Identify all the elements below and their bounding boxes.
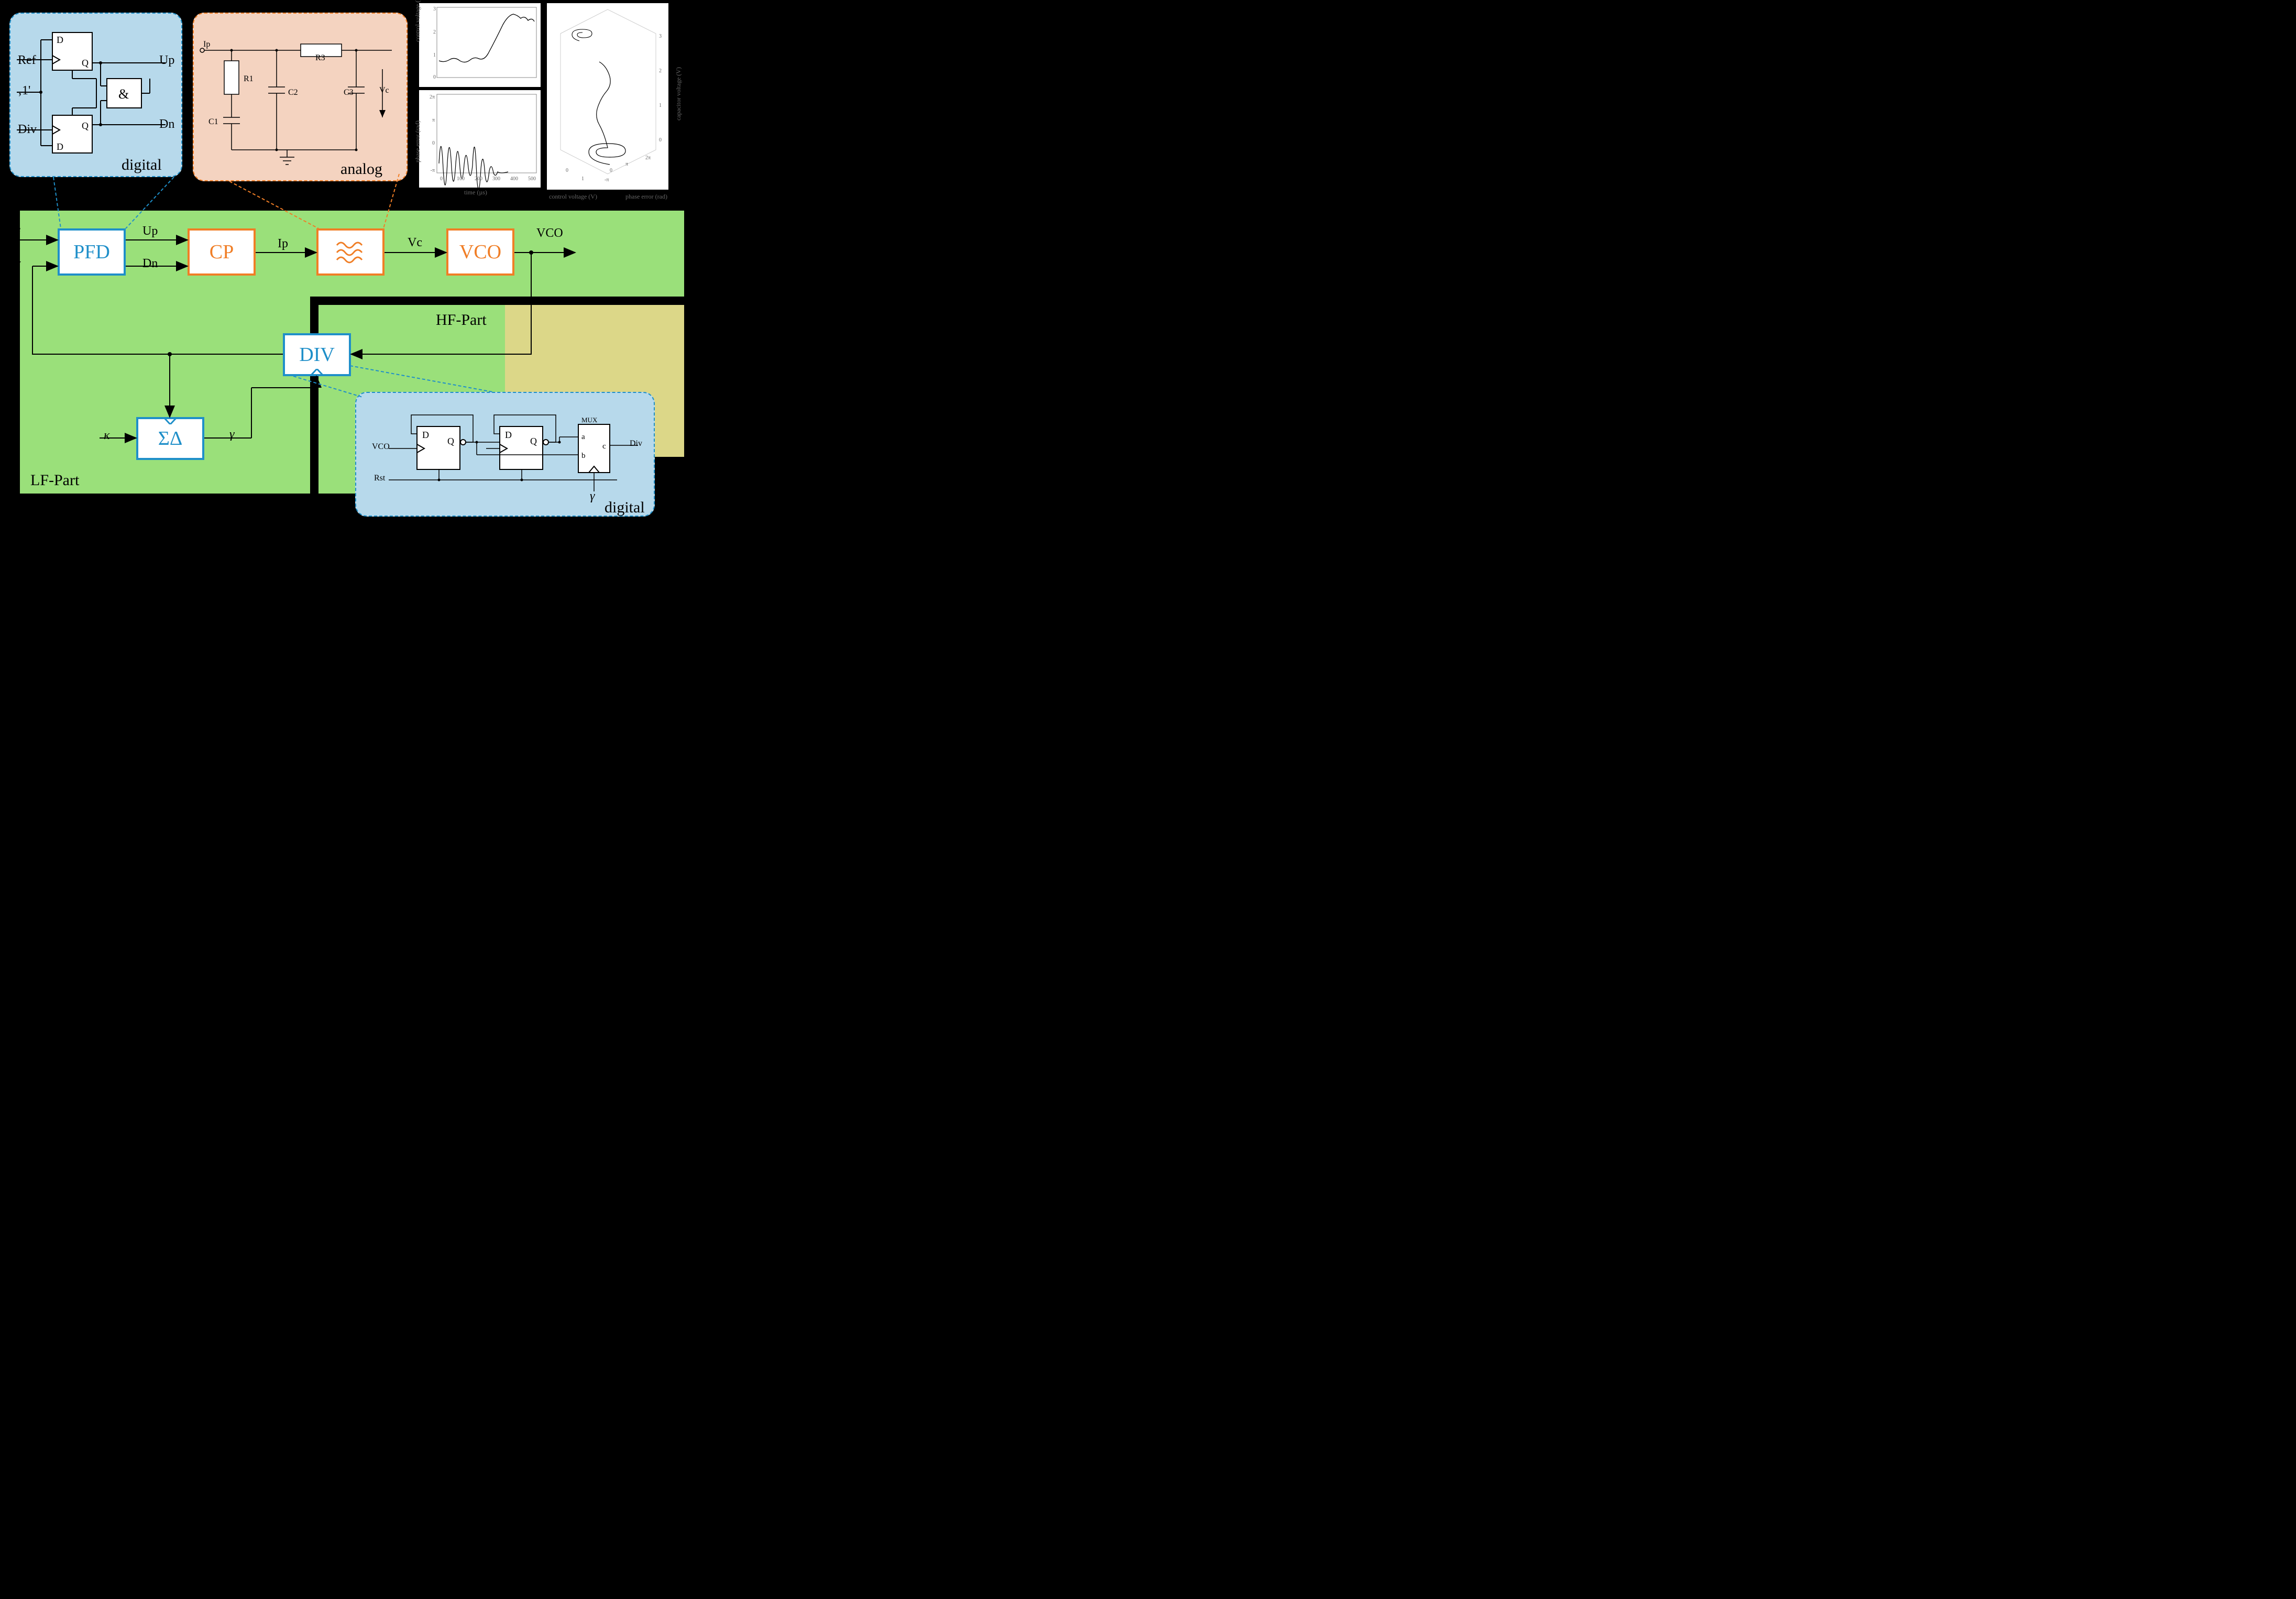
pfd-up-label: Up [159,53,174,68]
pfd-div-label: Div [18,123,37,137]
filter-icon [334,239,367,265]
plot3d-ylabel: phase error (rad) [625,193,667,201]
divd-digital-label: digital [605,499,645,517]
div-label: DIV [299,343,335,366]
plot-phase: 2π π 0 -π 0 100 200 300 400 500 [419,90,541,188]
filter-block [316,228,385,276]
svg-text:0: 0 [432,140,435,146]
pll-diagram: PFD CP VCO DIV ΣΔ D Q D Q & [0,0,756,527]
svg-text:2π: 2π [645,155,651,161]
svg-text:300: 300 [492,176,500,182]
svg-text:1: 1 [581,176,584,182]
pfd-ref-label: Ref [18,53,36,68]
cp-label: CP [210,240,234,264]
div-block: DIV [283,333,351,376]
svg-text:400: 400 [510,176,518,182]
vco-block: VCO [446,228,514,276]
sig-ip: Ip [278,237,288,251]
filter-analog-label: analog [340,160,382,178]
clock-triangle-icon [310,369,324,376]
svg-text:0: 0 [659,137,662,143]
cp-block: CP [188,228,256,276]
svg-text:π: π [432,117,435,123]
divd-gamma-label: γ [590,489,595,503]
svg-text:100: 100 [457,176,465,182]
pfd-one-label: ‚1' [18,84,30,98]
pfd-callout [9,13,182,177]
svg-text:0: 0 [433,74,436,80]
svg-text:2π: 2π [430,94,435,100]
plot3d-xlabel: control voltage (V) [549,193,597,201]
filter-c2-label: C2 [288,88,298,97]
svg-text:200: 200 [475,176,482,182]
svg-text:-π: -π [431,168,435,173]
plot-3d: 3 2 1 0 0 1 π 2π 0 -π [547,3,668,190]
plot-phase-svg: 2π π 0 -π 0 100 200 300 400 500 [419,90,541,188]
svg-text:3: 3 [659,34,662,39]
sigmadelta-block: ΣΔ [136,417,204,460]
svg-text:1: 1 [433,52,436,58]
plot-xlabel: time (µs) [464,189,487,196]
pfd-dn-label: Dn [159,117,174,132]
divider-h [310,297,684,305]
hf-region-top [505,211,684,297]
hf-label: HF-Part [436,311,487,329]
pfd-label: PFD [73,240,110,264]
clock-triangle-down-icon [163,417,177,424]
divd-div-label: Div [630,439,642,448]
sig-ref: Ref [2,226,20,240]
plot-phase-ylabel: phase error (rad) [414,121,422,162]
svg-text:2: 2 [659,68,662,74]
plot-vctrl-ylabel: control voltage (V) [414,0,422,42]
svg-text:0: 0 [610,168,612,173]
pfd-block: PFD [58,228,126,276]
filter-r1-label: R1 [244,74,254,84]
plot3d-zlabel: capacitor voltage (V) [675,67,683,121]
filter-callout [193,13,408,181]
sig-vco: VCO [536,226,563,240]
sig-up: Up [142,224,158,238]
sig-div: Div [2,257,21,271]
filter-c1-label: C1 [208,117,218,127]
svg-text:-π: -π [605,177,609,183]
sig-dn: Dn [142,257,158,271]
filter-r3-label: R3 [315,53,325,63]
filter-vc-label: Vc [379,86,389,95]
vco-label: VCO [459,240,501,264]
svg-text:1: 1 [659,103,662,108]
divider-v [310,297,318,494]
svg-text:π: π [625,161,628,167]
pfd-digital-label: digital [122,156,162,174]
svg-text:500: 500 [528,176,536,182]
sig-vc: Vc [408,236,422,250]
svg-text:0: 0 [566,168,568,173]
svg-text:3: 3 [433,6,436,12]
svg-text:0: 0 [440,176,443,182]
plot-vctrl-svg: 3 2 1 0 [419,3,541,87]
lf-label: LF-Part [30,472,79,489]
divd-rst-label: Rst [374,474,385,483]
filter-ip-label: Ip [203,40,210,49]
plot-vctrl: 3 2 1 0 [419,3,541,87]
sigmadelta-label: ΣΔ [158,427,183,450]
sig-gamma: γ [229,428,234,442]
sig-kappa: κ [104,429,110,443]
divd-vco-label: VCO [372,442,390,452]
filter-c3-label: C3 [344,88,354,97]
plot-3d-svg: 3 2 1 0 0 1 π 2π 0 -π [547,3,668,190]
div-callout [355,392,655,517]
svg-text:2: 2 [433,29,436,35]
